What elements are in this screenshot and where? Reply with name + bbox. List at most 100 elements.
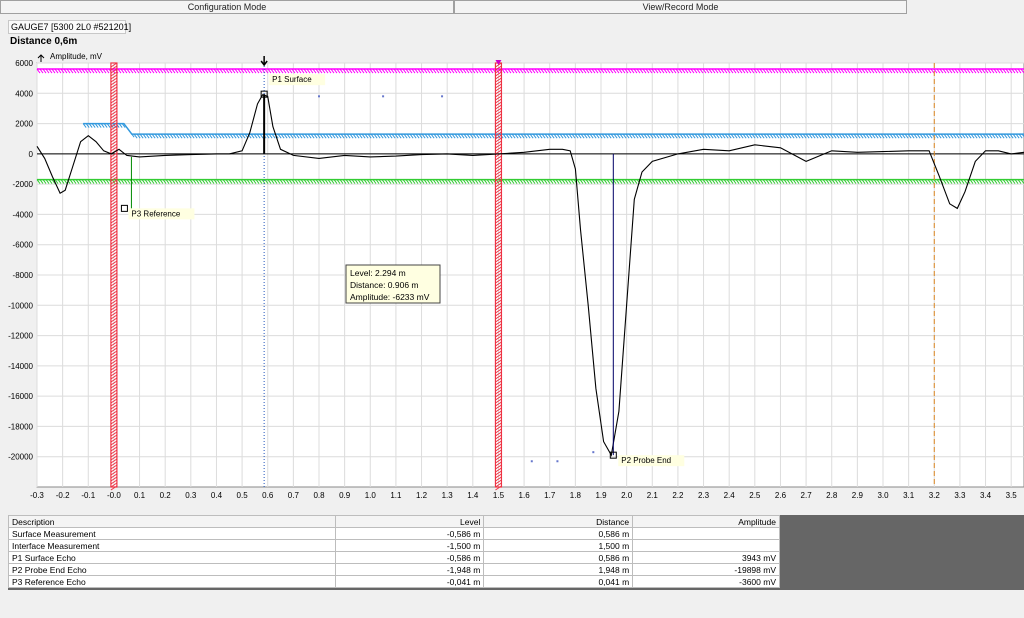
y-tick-label: -16000 <box>8 392 33 401</box>
echo-curve-chart[interactable]: Amplitude, mV 6000 4000 2000 0 -2000 -4000 -600… <box>0 52 1024 512</box>
tooltip-line: Amplitude: -6233 mV <box>350 292 430 302</box>
x-tick-label: 0.2 <box>160 491 172 500</box>
tab-configuration-mode[interactable]: Configuration Mode <box>0 0 454 14</box>
tooltip-line: Level: 2.294 m <box>350 268 406 278</box>
x-tick-label: 2.8 <box>826 491 838 500</box>
table-row[interactable]: P1 Surface Echo -0,586 m 0,586 m 3943 mV <box>8 551 780 564</box>
tooltip-line: Distance: 0.906 m <box>350 280 419 290</box>
x-tick-label: 2.1 <box>647 491 659 500</box>
x-tick-label: 1.3 <box>442 491 454 500</box>
x-tick-label: 1.9 <box>595 491 607 500</box>
x-tick-label: 1.7 <box>544 491 556 500</box>
x-tick-label: 2.9 <box>852 491 864 500</box>
col-amplitude: Amplitude <box>632 515 780 528</box>
peak-label: P1 Surface <box>272 75 312 84</box>
value-tooltip: Level: 2.294 m Distance: 0.906 m Amplitude… <box>345 264 441 304</box>
y-tick-label: -10000 <box>8 301 33 310</box>
x-tick-label: 0.9 <box>339 491 351 500</box>
x-tick-label: 2.6 <box>775 491 787 500</box>
y-tick-label: -20000 <box>8 453 33 462</box>
y-axis-label: Amplitude, mV <box>50 52 103 61</box>
table-row[interactable]: P3 Reference Echo -0,041 m 0,041 m -3600 mV <box>8 575 780 588</box>
x-tick-label: 1.8 <box>570 491 582 500</box>
x-tick-label: 0.7 <box>288 491 300 500</box>
scatter-point <box>530 460 533 463</box>
x-tick-label: 2.0 <box>621 491 633 500</box>
table-row[interactable]: P2 Probe End Echo -1,948 m 1,948 m -19898 m… <box>8 563 780 576</box>
cell-level: -0,586 m <box>334 551 485 564</box>
x-tick-label: 3.3 <box>954 491 966 500</box>
scatter-point <box>318 95 320 98</box>
cell-level: -0,041 m <box>334 575 485 588</box>
cell-amplitude <box>632 539 780 552</box>
x-tick-label: 1.2 <box>416 491 428 500</box>
cell-amplitude: 3943 mV <box>632 551 780 564</box>
x-tick-label: 3.2 <box>929 491 941 500</box>
cell-distance: 0,586 m <box>483 527 634 540</box>
scatter-point <box>592 451 595 454</box>
col-level: Level <box>334 515 485 528</box>
x-tick-label: 1.6 <box>519 491 531 500</box>
cell-amplitude: -3600 mV <box>632 575 780 588</box>
cell-amplitude: -19898 mV <box>632 563 780 576</box>
cell-distance: 0,586 m <box>483 551 634 564</box>
col-description: Description <box>8 515 336 528</box>
peak-label: P3 Reference <box>131 209 180 218</box>
x-tick-label: 2.5 <box>749 491 761 500</box>
table-header-row: Description Level Distance Amplitude <box>8 515 780 528</box>
x-tick-label: 2.3 <box>698 491 710 500</box>
x-tick-label: 1.5 <box>493 491 505 500</box>
y-tick-label: -18000 <box>8 422 33 431</box>
x-tick-label: 3.0 <box>877 491 889 500</box>
x-tick-label: -0.0 <box>107 491 121 500</box>
cell-level: -1,500 m <box>334 539 485 552</box>
y-tick-label: 0 <box>29 150 34 159</box>
y-tick-label: -8000 <box>13 271 34 280</box>
cell-distance: 0,041 m <box>483 575 634 588</box>
cell-distance: 1,948 m <box>483 563 634 576</box>
echo-table: Description Level Distance Amplitude Sur… <box>8 515 780 588</box>
x-tick-label: 1.0 <box>365 491 377 500</box>
x-tick-label: -0.2 <box>56 491 70 500</box>
scatter-point <box>441 95 444 98</box>
tab-view-record-mode[interactable]: View/Record Mode <box>454 0 907 14</box>
col-distance: Distance <box>483 515 634 528</box>
table-row[interactable]: Interface Measurement -1,500 m 1,500 m <box>8 539 780 552</box>
x-tick-label: 3.1 <box>903 491 915 500</box>
y-axis-arrow-icon <box>37 54 45 62</box>
y-tick-label: -14000 <box>8 362 33 371</box>
cell-level: -1,948 m <box>334 563 485 576</box>
cell-description: Interface Measurement <box>8 539 336 552</box>
peak-label: P2 Probe End <box>621 456 671 465</box>
x-tick-label: 2.4 <box>724 491 736 500</box>
x-tick-label: 0.6 <box>262 491 274 500</box>
x-tick-label: 0.1 <box>134 491 146 500</box>
x-tick-label: 3.4 <box>980 491 992 500</box>
x-tick-label: 0.5 <box>237 491 249 500</box>
cell-level: -0,586 m <box>334 527 485 540</box>
table-row[interactable]: Surface Measurement -0,586 m 0,586 m <box>8 527 780 540</box>
cell-description: P3 Reference Echo <box>8 575 336 588</box>
cell-amplitude <box>632 527 780 540</box>
x-tick-label: -0.3 <box>30 491 44 500</box>
x-tick-label: 0.4 <box>211 491 223 500</box>
device-label: GAUGE7 [5300 2L0 #521201] <box>11 22 132 32</box>
x-tick-label: 1.1 <box>390 491 402 500</box>
y-tick-label: 6000 <box>15 59 33 68</box>
x-tick-label: 0.3 <box>185 491 197 500</box>
y-tick-label: -2000 <box>13 180 34 189</box>
cell-description: P1 Surface Echo <box>8 551 336 564</box>
x-tick-label: 2.2 <box>672 491 684 500</box>
x-tick-label: 2.7 <box>801 491 813 500</box>
x-tick-label: 0.8 <box>313 491 325 500</box>
x-tick-label: 1.4 <box>467 491 479 500</box>
y-tick-label: 2000 <box>15 120 33 129</box>
x-tick-label: -0.1 <box>81 491 95 500</box>
distance-label: Distance 0,6m <box>10 36 78 47</box>
cell-description: Surface Measurement <box>8 527 336 540</box>
y-tick-label: -6000 <box>13 241 34 250</box>
cell-distance: 1,500 m <box>483 539 634 552</box>
mode-tabs: Configuration Mode View/Record Mode <box>0 0 1024 14</box>
chart-header: GAUGE7 [5300 2L0 #521201] Distance 0,6m <box>0 16 1024 50</box>
scatter-point <box>382 95 385 98</box>
